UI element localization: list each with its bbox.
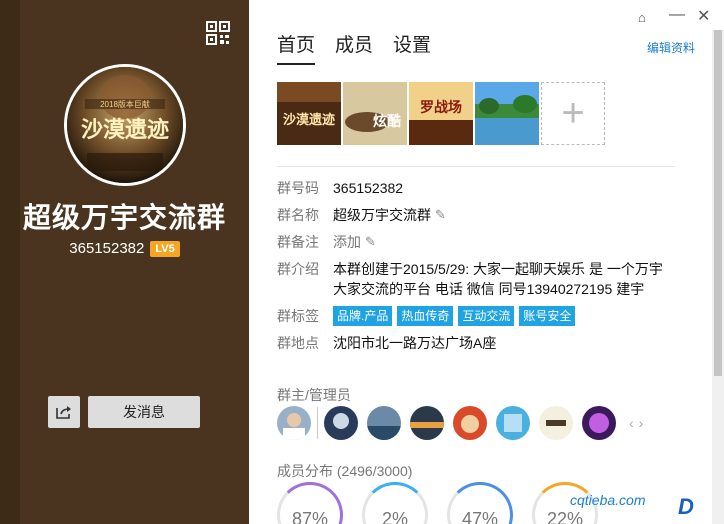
distribution-ring[interactable]: 87% bbox=[277, 482, 343, 524]
add-remark-link[interactable]: 添加 bbox=[333, 232, 361, 252]
admins-title: 群主/管理员 bbox=[277, 387, 351, 403]
group-profile-panel: 2018版本巨献 沙漠遗迹 超级万宇交流群 365152382 LV5 发消息 bbox=[0, 0, 249, 524]
info-label: 群标签 bbox=[277, 308, 319, 324]
tab-members[interactable]: 成员 bbox=[335, 30, 373, 65]
watermark: cqtieba.com bbox=[570, 492, 646, 508]
admin-list: ‹ › bbox=[277, 406, 643, 440]
group-tag[interactable]: 互动交流 bbox=[458, 306, 515, 326]
distribution-percent: 47% bbox=[461, 509, 499, 524]
distribution-percent: 87% bbox=[291, 509, 329, 524]
edit-remark-pencil-icon[interactable]: ✎ bbox=[365, 232, 376, 252]
info-row-name: 群名称 超级万宇交流群 ✎ bbox=[277, 205, 677, 225]
divider bbox=[277, 166, 675, 167]
info-label: 群介绍 bbox=[277, 261, 319, 277]
skin-icon[interactable]: ⌂ bbox=[638, 10, 646, 25]
admin-prev-arrow-icon[interactable]: ‹ bbox=[629, 415, 634, 431]
photo-text: 罗战场 bbox=[420, 99, 462, 116]
scrollbar-thumb[interactable] bbox=[714, 30, 722, 376]
distribution-count: (2496/3000) bbox=[336, 463, 413, 479]
avatar-subtitle: 2018版本巨献 bbox=[100, 99, 150, 109]
photo-strip: 沙漠遗迹 炫酷 罗战场 + bbox=[277, 82, 605, 145]
group-number-value: 365152382 bbox=[333, 180, 404, 196]
info-row-location: 群地点 沈阳市北一路万达广场A座 bbox=[277, 333, 677, 353]
admin-avatar[interactable] bbox=[496, 406, 530, 440]
group-name-value: 超级万宇交流群 bbox=[333, 207, 431, 223]
group-tag[interactable]: 热血传奇 bbox=[397, 306, 454, 326]
admin-avatar[interactable] bbox=[453, 406, 487, 440]
group-photo[interactable]: 炫酷 bbox=[343, 82, 407, 145]
admin-avatar[interactable] bbox=[324, 406, 358, 440]
admin-avatar[interactable] bbox=[410, 406, 444, 440]
group-location-value: 沈阳市北一路万达广场A座 bbox=[333, 335, 497, 351]
qr-code-icon[interactable] bbox=[206, 21, 230, 45]
send-message-button[interactable]: 发消息 bbox=[88, 396, 200, 428]
admin-separator bbox=[317, 407, 318, 439]
photo-text: 沙漠遗迹 bbox=[283, 112, 335, 128]
admin-avatar[interactable] bbox=[582, 406, 616, 440]
distribution-percent: 2% bbox=[381, 509, 408, 524]
left-edge-strip bbox=[0, 0, 20, 524]
watermark-logo: D bbox=[678, 494, 694, 519]
info-label: 群备注 bbox=[277, 234, 319, 250]
info-label: 群号码 bbox=[277, 180, 319, 196]
add-photo-button[interactable]: + bbox=[541, 82, 605, 145]
admin-avatar[interactable] bbox=[539, 406, 573, 440]
member-distribution-title: 成员分布 (2496/3000) bbox=[277, 461, 412, 481]
group-info-panel: ⌂ — ✕ 首页 成员 设置 编辑资料 沙漠遗迹 炫酷 罗战场 + 群号码 36… bbox=[249, 0, 724, 524]
group-avatar[interactable]: 2018版本巨献 沙漠遗迹 bbox=[64, 64, 186, 186]
info-row-intro: 群介绍 本群创建于2015/5/29: 大家一起聊天娱乐 是 一个万宇 大家交流… bbox=[277, 259, 677, 299]
tab-settings[interactable]: 设置 bbox=[393, 30, 431, 65]
group-photo[interactable]: 罗战场 bbox=[409, 82, 473, 145]
minimize-icon[interactable]: — bbox=[669, 6, 685, 24]
edit-name-pencil-icon[interactable]: ✎ bbox=[435, 205, 446, 225]
group-tag[interactable]: 账号安全 bbox=[519, 306, 576, 326]
member-distribution: 87% 2% 47% 22% bbox=[277, 482, 598, 524]
info-row-tags: 群标签 品牌.产品 热血传奇 互动交流 账号安全 bbox=[277, 306, 677, 326]
share-icon bbox=[56, 406, 71, 419]
tab-bar: 首页 成员 设置 bbox=[277, 30, 431, 65]
edit-profile-link[interactable]: 编辑资料 bbox=[647, 39, 695, 56]
admin-next-arrow-icon[interactable]: › bbox=[639, 415, 644, 431]
group-intro-value: 本群创建于2015/5/29: 大家一起聊天娱乐 是 一个万宇 大家交流的平台 … bbox=[333, 261, 663, 297]
close-icon[interactable]: ✕ bbox=[697, 6, 710, 26]
distribution-label: 成员分布 bbox=[277, 463, 333, 479]
distribution-percent: 22% bbox=[546, 509, 584, 524]
tab-home[interactable]: 首页 bbox=[277, 30, 316, 65]
group-id-row: 365152382 LV5 bbox=[0, 240, 249, 257]
group-id: 365152382 bbox=[69, 240, 145, 257]
group-info-list: 群号码 365152382 群名称 超级万宇交流群 ✎ 群备注 添加 ✎ 群介绍… bbox=[277, 178, 677, 360]
admin-avatar[interactable] bbox=[367, 406, 401, 440]
distribution-ring[interactable]: 47% bbox=[447, 482, 513, 524]
admin-avatar[interactable] bbox=[277, 406, 311, 440]
level-badge: LV5 bbox=[150, 240, 180, 257]
tag-list: 品牌.产品 热血传奇 互动交流 账号安全 bbox=[333, 306, 576, 326]
share-button[interactable] bbox=[48, 396, 80, 428]
info-row-remark: 群备注 添加 ✎ bbox=[277, 232, 677, 252]
group-tag[interactable]: 品牌.产品 bbox=[333, 306, 393, 326]
photo-text: 炫酷 bbox=[373, 113, 401, 129]
distribution-ring[interactable]: 2% bbox=[362, 482, 428, 524]
info-label: 群名称 bbox=[277, 207, 319, 223]
group-photo[interactable]: 沙漠遗迹 bbox=[277, 82, 341, 145]
avatar-title: 沙漠遗迹 bbox=[81, 117, 169, 143]
info-row-number: 群号码 365152382 bbox=[277, 178, 677, 198]
plus-icon: + bbox=[561, 91, 585, 135]
info-label: 群地点 bbox=[277, 335, 319, 351]
group-photo[interactable] bbox=[475, 82, 539, 145]
group-name: 超级万宇交流群 bbox=[22, 202, 226, 233]
